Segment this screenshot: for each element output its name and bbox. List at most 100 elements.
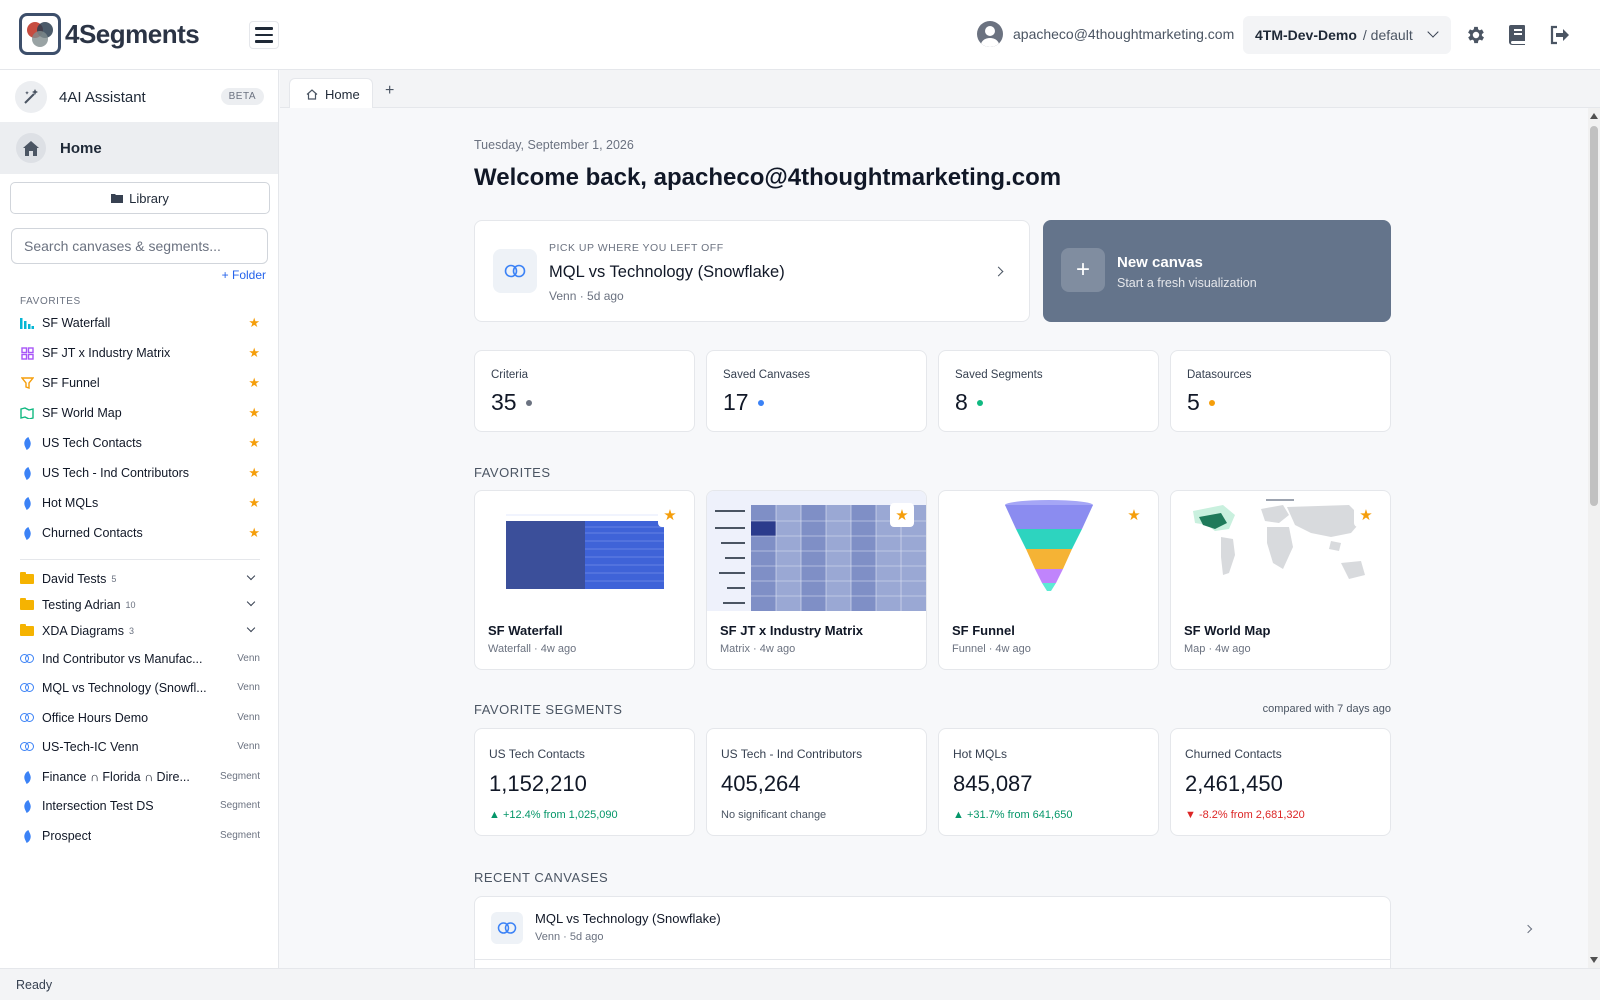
stat-card-criteria[interactable]: Criteria 35 — [474, 350, 695, 432]
app-name: 4Segments — [65, 18, 200, 49]
sidebar-item-label: Finance ∩ Florida ∩ Dire... — [42, 770, 190, 784]
star-icon[interactable]: ★ — [248, 435, 260, 451]
sidebar-item-home[interactable]: Home — [0, 122, 278, 174]
ai-assistant-button[interactable]: 4AI Assistant BETA — [15, 80, 265, 114]
folder-count: 3 — [128, 626, 134, 636]
chevron-down-icon — [1427, 26, 1439, 38]
stat-card-datasources[interactable]: Datasources 5 — [1170, 350, 1391, 432]
sidebar-folder[interactable]: XDA Diagrams 3 — [20, 620, 260, 642]
sidebar-canvas-item[interactable]: Office Hours Demo Venn — [20, 707, 260, 729]
segment-change: ▲ +12.4% from 1,025,090 — [489, 809, 618, 821]
new-canvas-button[interactable]: + New canvas Start a fresh visualization — [1043, 220, 1391, 322]
recent-canvas-row[interactable]: MQL vs Technology (Snowflake) Venn · 5d … — [474, 896, 1533, 960]
sidebar-favorite-matrix[interactable]: SF JT x Industry Matrix ★ — [20, 342, 260, 364]
star-icon[interactable]: ★ — [248, 315, 260, 331]
segment-icon — [20, 436, 34, 450]
star-icon[interactable]: ★ — [658, 503, 682, 527]
folder-label: Testing Adrian — [42, 598, 121, 612]
favorite-segments-title: FAVORITE SEGMENTS — [474, 702, 623, 717]
org-scope: / default — [1362, 27, 1413, 43]
folder-icon — [111, 194, 124, 203]
stat-card-segments[interactable]: Saved Segments 8 — [938, 350, 1159, 432]
sidebar-favorite-segment[interactable]: Churned Contacts ★ — [20, 522, 260, 544]
segment-card[interactable]: US Tech - Ind Contributors 405,264 No si… — [706, 728, 927, 836]
segment-label: Churned Contacts — [1185, 747, 1282, 761]
sidebar-segment-item[interactable]: Intersection Test DS Segment — [20, 795, 260, 817]
star-icon[interactable]: ★ — [248, 465, 260, 481]
add-folder-button[interactable]: + Folder — [222, 268, 266, 282]
segment-change: No significant change — [721, 809, 827, 821]
sidebar-canvas-item[interactable]: Ind Contributor vs Manufac... Venn — [20, 648, 260, 670]
star-icon[interactable]: ★ — [890, 503, 914, 527]
favorite-card-waterfall[interactable]: ★ SF Waterfall Waterfall · 4w ago — [474, 490, 695, 670]
sidebar-folder[interactable]: David Tests 5 — [20, 568, 260, 590]
sidebar-favorite-sf-funnel[interactable]: SF Funnel ★ — [20, 372, 260, 394]
star-icon[interactable]: ★ — [248, 405, 260, 421]
search-input[interactable] — [11, 228, 268, 264]
star-icon[interactable]: ★ — [248, 375, 260, 391]
docs-button[interactable] — [1505, 22, 1531, 48]
sidebar-item-label: Intersection Test DS — [42, 799, 154, 813]
scrollbar-thumb[interactable] — [1590, 126, 1598, 506]
segment-icon — [20, 770, 34, 784]
sidebar-canvas-item[interactable]: MQL vs Technology (Snowfl... Venn — [20, 677, 260, 699]
recent-canvas-row[interactable] — [474, 960, 1391, 968]
item-type-tag: Venn — [237, 682, 260, 693]
favorite-card-matrix[interactable]: ★ SF JT x Industry Matrix Matrix · 4w ag… — [706, 490, 927, 670]
current-date: Tuesday, September 1, 2026 — [474, 138, 634, 152]
resume-canvas-card[interactable]: PICK UP WHERE YOU LEFT OFF MQL vs Techno… — [474, 220, 1030, 322]
favorite-card-funnel[interactable]: ★ SF Funnel Funnel · 4w ago — [938, 490, 1159, 670]
chevron-right-icon — [1523, 924, 1533, 934]
user-email: apacheco@4thoughtmarketing.com — [1013, 26, 1235, 42]
stat-card-canvases[interactable]: Saved Canvases 17 — [706, 350, 927, 432]
star-icon[interactable]: ★ — [248, 345, 260, 361]
main-content: Tuesday, September 1, 2026 Welcome back,… — [280, 108, 1588, 968]
segment-card[interactable]: Churned Contacts 2,461,450 ▼ -8.2% from … — [1170, 728, 1391, 836]
sidebar-item-label: SF Funnel — [42, 376, 100, 390]
tab-home[interactable]: Home — [289, 78, 373, 109]
sidebar-favorite-segment[interactable]: Hot MQLs ★ — [20, 492, 260, 514]
library-button[interactable]: Library — [10, 182, 270, 214]
sidebar-favorite-segment[interactable]: US Tech Contacts ★ — [20, 432, 260, 454]
chevron-down-icon[interactable] — [246, 571, 256, 581]
favorites-section-label: FAVORITES — [20, 296, 81, 307]
sidebar-canvas-item[interactable]: US-Tech-IC Venn Venn — [20, 736, 260, 758]
star-icon[interactable]: ★ — [248, 495, 260, 511]
sidebar-folder[interactable]: Testing Adrian 10 — [20, 594, 260, 616]
sidebar-segment-item[interactable]: Finance ∩ Florida ∩ Dire... Segment — [20, 766, 260, 788]
segment-card[interactable]: US Tech Contacts 1,152,210 ▲ +12.4% from… — [474, 728, 695, 836]
chevron-down-icon[interactable] — [246, 597, 256, 607]
segment-card[interactable]: Hot MQLs 845,087 ▲ +31.7% from 641,650 — [938, 728, 1159, 836]
star-icon[interactable]: ★ — [1122, 503, 1146, 527]
menu-toggle-button[interactable] — [249, 21, 279, 49]
favorite-meta: Map · 4w ago — [1184, 643, 1251, 655]
sidebar-item-label: US Tech Contacts — [42, 436, 142, 450]
chevron-down-icon[interactable] — [246, 623, 256, 633]
add-tab-button[interactable]: + — [385, 82, 394, 100]
scroll-up-icon[interactable] — [1590, 113, 1598, 119]
status-dot — [976, 399, 983, 406]
stat-label: Saved Canvases — [723, 369, 810, 381]
star-icon[interactable]: ★ — [1354, 503, 1378, 527]
chevron-right-icon — [993, 266, 1004, 277]
org-selector[interactable]: 4TM-Dev-Demo / default — [1243, 16, 1451, 54]
item-type-tag: Segment — [219, 830, 260, 841]
item-type-tag: Venn — [237, 741, 260, 752]
sidebar-item-label: SF Waterfall — [42, 316, 111, 330]
favorite-card-world-map[interactable]: ★ SF World Map Map · 4w ago — [1170, 490, 1391, 670]
sidebar-segment-item[interactable]: Prospect Segment — [20, 825, 260, 847]
main-scrollbar[interactable] — [1588, 108, 1600, 968]
favorite-title: SF Funnel — [952, 623, 1015, 638]
sidebar-favorite-segment[interactable]: US Tech - Ind Contributors ★ — [20, 462, 260, 484]
sidebar-favorite-sf-waterfall[interactable]: SF Waterfall ★ — [20, 312, 260, 334]
app-logo[interactable]: 4Segments — [19, 13, 200, 55]
scroll-down-icon[interactable] — [1590, 957, 1598, 963]
home-icon — [306, 88, 318, 100]
settings-button[interactable] — [1463, 22, 1489, 48]
logout-button[interactable] — [1547, 22, 1573, 48]
segment-label: Hot MQLs — [953, 747, 1008, 761]
sidebar-favorite-sf-world-map[interactable]: SF World Map ★ — [20, 402, 260, 424]
user-menu[interactable]: apacheco@4thoughtmarketing.com — [977, 21, 1234, 47]
stat-value: 17 — [723, 389, 749, 415]
star-icon[interactable]: ★ — [248, 525, 260, 541]
